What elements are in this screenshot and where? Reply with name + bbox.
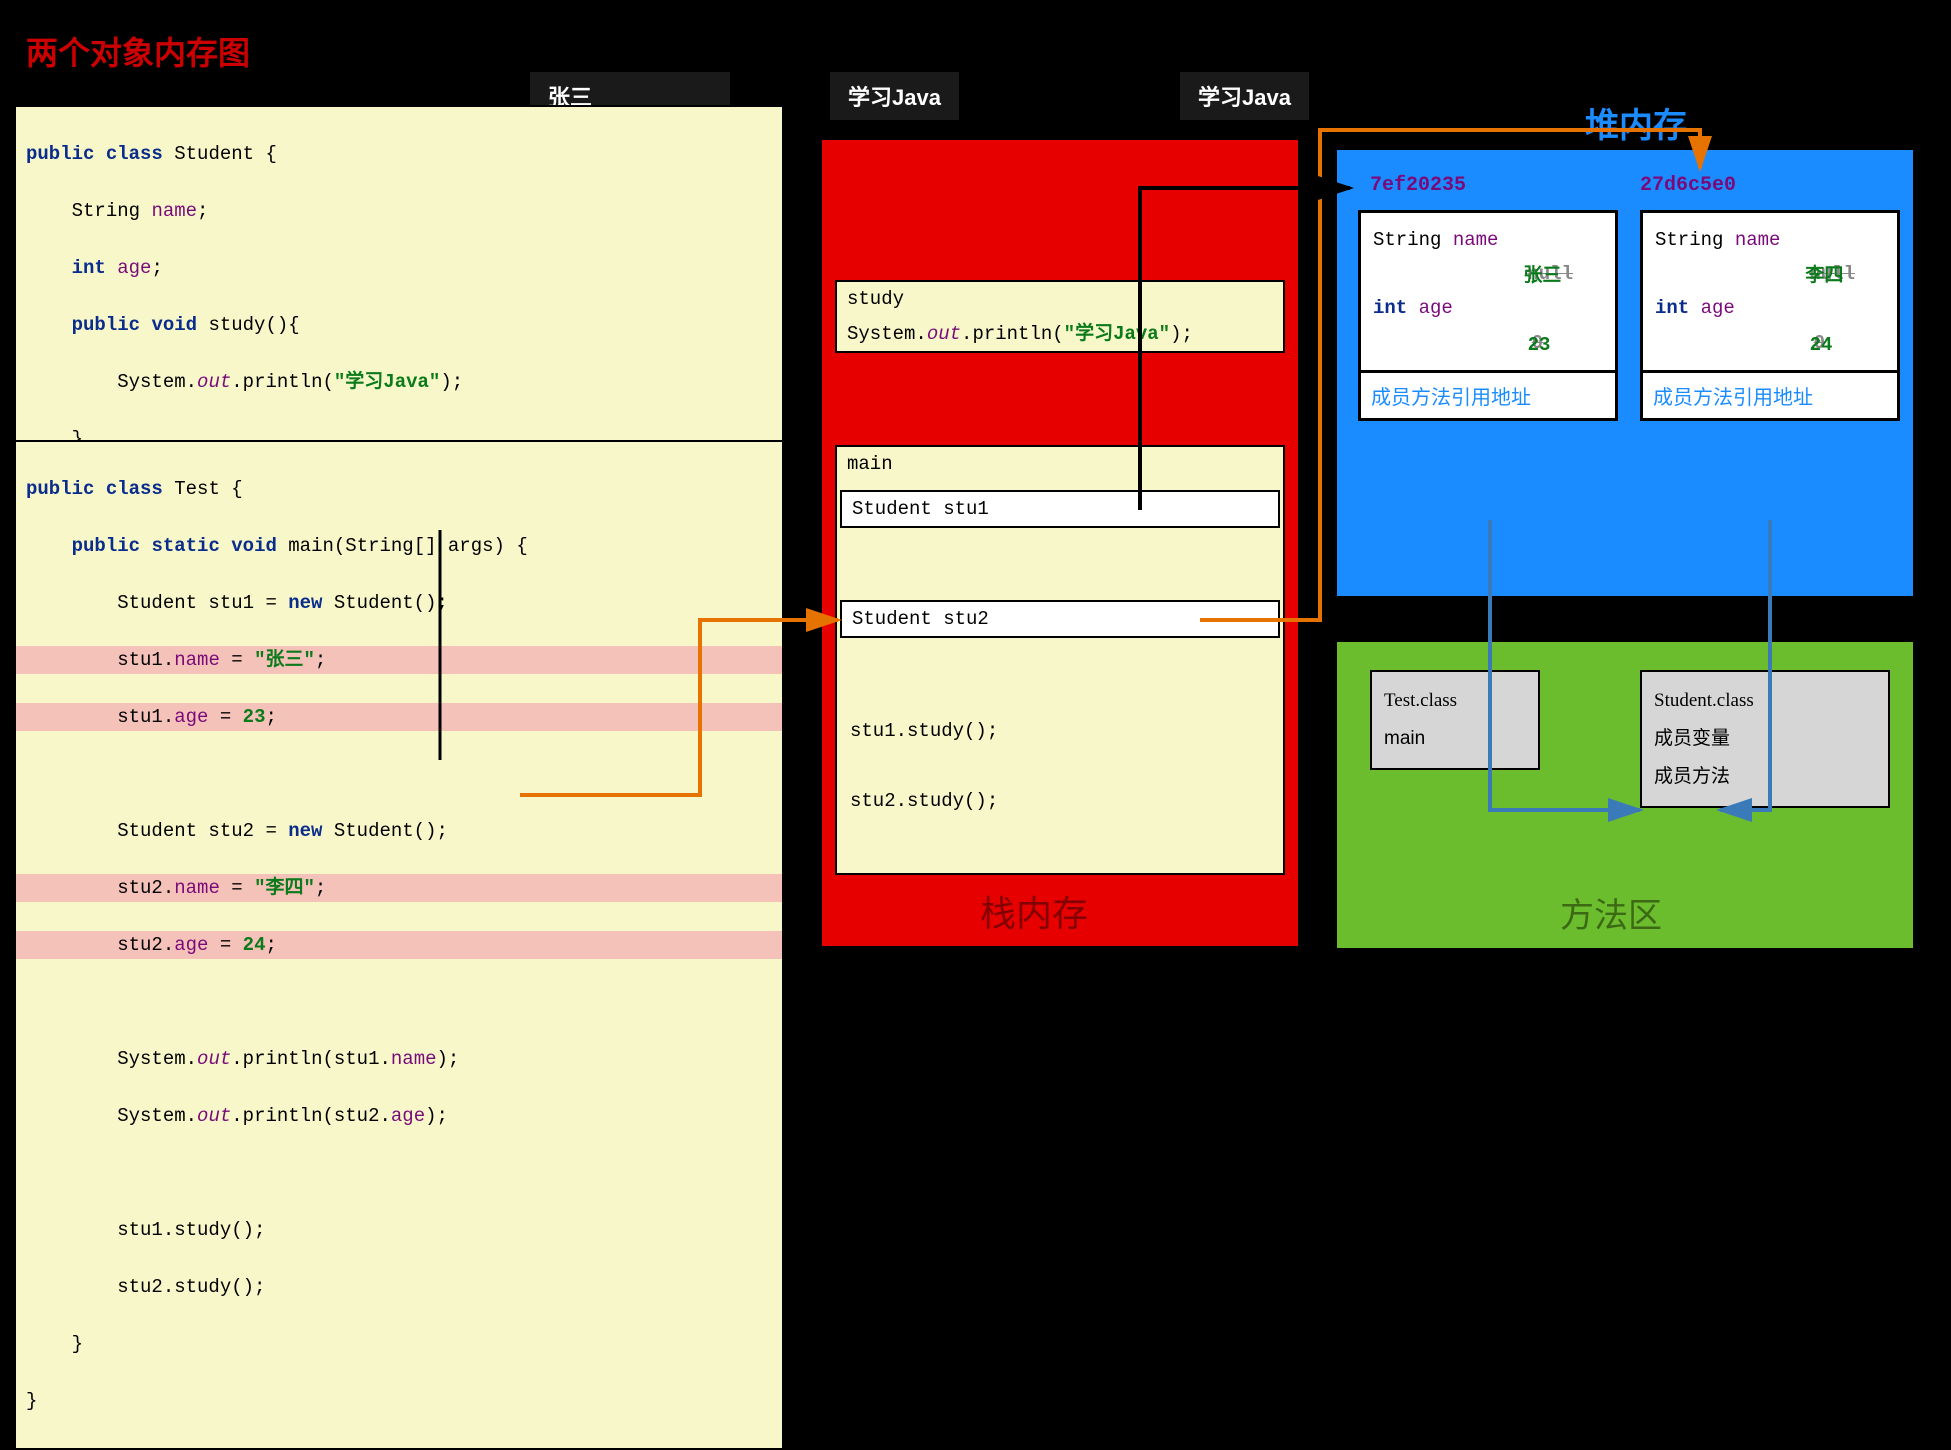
stack-title: 栈内存 bbox=[980, 885, 1088, 937]
diagram-title: 两个对象内存图 bbox=[26, 28, 250, 74]
stack-call-1: stu1.study(); bbox=[850, 720, 998, 742]
code-test-class: public class Test { public static void m… bbox=[14, 440, 784, 1450]
stack-var-stu1: Student stu1 bbox=[840, 490, 1280, 528]
output-box-3: 学习Java bbox=[1180, 72, 1309, 120]
method-ref-1: 成员方法引用地址 bbox=[1361, 370, 1615, 418]
study-label: study bbox=[847, 288, 1273, 310]
classbox-student: Student.class 成员变量 成员方法 bbox=[1640, 670, 1890, 808]
heap-addr-1: 7ef20235 bbox=[1370, 174, 1466, 197]
method-ref-2: 成员方法引用地址 bbox=[1643, 370, 1897, 418]
stack-call-2: stu2.study(); bbox=[850, 790, 998, 812]
output-box-2: 学习Java bbox=[830, 72, 959, 120]
heap-object-1: String name null张三 int age 023 成员方法引用地址 bbox=[1358, 210, 1618, 421]
stack-frame-study: study System.out.println("学习Java"); bbox=[835, 280, 1285, 353]
heap-title: 堆内存 bbox=[1585, 98, 1687, 147]
stack-var-stu2: Student stu2 bbox=[840, 600, 1280, 638]
classbox-test: Test.class main bbox=[1370, 670, 1540, 770]
heap-addr-2: 27d6c5e0 bbox=[1640, 174, 1736, 197]
main-label: main bbox=[847, 453, 1273, 475]
study-body: System.out.println("学习Java"); bbox=[847, 318, 1273, 345]
heap-object-2: String name null李四 int age 024 成员方法引用地址 bbox=[1640, 210, 1900, 421]
method-area-title: 方法区 bbox=[1560, 888, 1662, 937]
